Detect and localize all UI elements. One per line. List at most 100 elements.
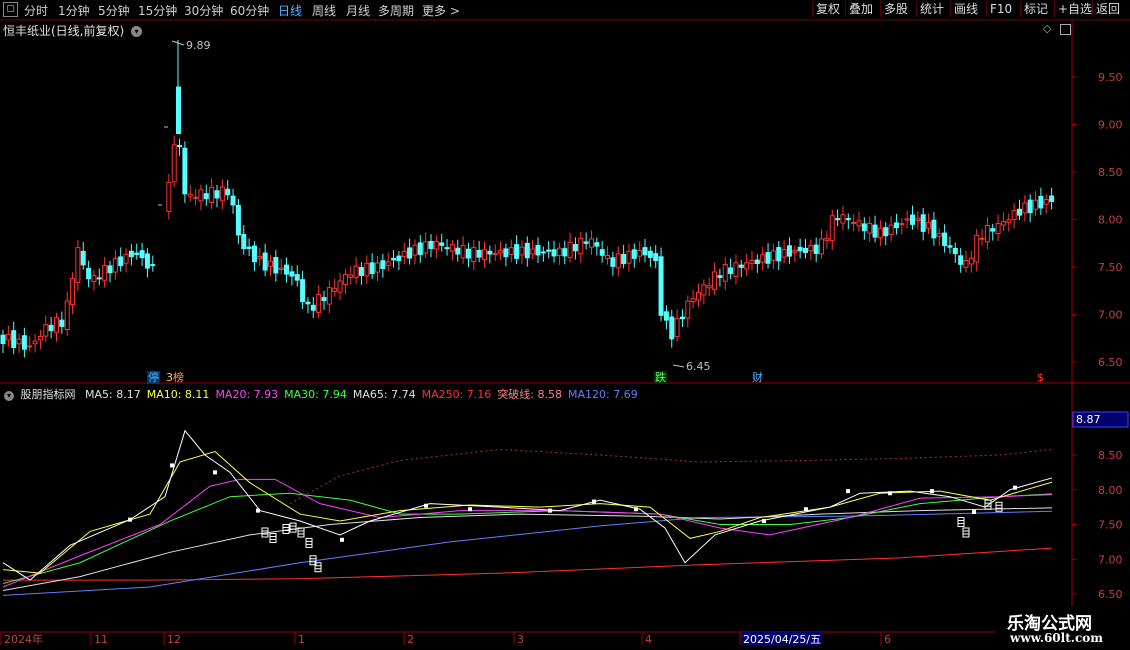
indicator-menu-icon[interactable]: ▾ [4,391,14,401]
indicator-axis-label: 7.00 [1098,553,1123,566]
dragon-tiger-list-badge[interactable]: 榜 [172,371,185,384]
candle-body [305,301,311,305]
indicator-axis-label: 8.00 [1098,484,1123,497]
candle-body [583,241,589,244]
indicator-marker [592,499,596,504]
candle-body [952,247,958,255]
indicator-name[interactable]: 股朋指标网 [21,388,76,401]
candle-body [375,262,380,273]
candle-body [1049,195,1055,202]
indicator-line [2,507,1053,592]
candle-body [910,214,915,225]
candle-body [551,249,557,257]
indicator-marker [170,463,174,468]
indicator-value-3: MA30: 7.94 [284,388,347,401]
candle-body [1043,199,1049,205]
candle-body [599,249,605,256]
candle-body [899,223,905,226]
candle-body [203,193,209,200]
candle-body [144,253,150,269]
candle-body [353,265,359,278]
indicator-axis-label: 7.50 [1098,519,1123,532]
candle-body [968,257,974,265]
indicator-marker [930,489,934,494]
date-axis-label: 4 [645,633,652,646]
candle-body [407,247,413,259]
indicator-marker [762,519,766,524]
candle-body [562,248,568,257]
candle-body [476,249,482,258]
candle-body [75,247,81,283]
candle-body [48,324,54,332]
candle-body [728,267,734,274]
indicator-marker [468,507,472,512]
candle-body [492,252,498,256]
indicator-value-6: 突破线: 8.58 [497,388,563,401]
date-axis-label: 11 [94,633,108,646]
indicator-header: ▾ 股朋指标网 MA5: 8.17 MA10: 8.11 MA20: 7.93 MA3… [4,386,650,402]
price-axis-label: 7.00 [1098,309,1123,322]
candle-body [733,262,739,278]
candle-body [1017,208,1022,216]
suspension-badge[interactable]: 停 [147,371,160,384]
candle-body [738,264,744,268]
candle-body [21,335,27,350]
kline-chart[interactable]: 9.50 9.00 8.50 8.00 7.50 7.00 6.50 8.50 8.00 7.50… [0,0,1130,650]
candle-body [423,241,429,254]
candle-body [706,285,712,289]
signal-glyph [995,501,1003,512]
candle-body [589,238,594,248]
candle-body [658,256,664,316]
candle-body [803,247,808,253]
dividend-badge[interactable]: $ [1036,371,1045,384]
candle-body [385,261,391,267]
candle-body [214,190,220,199]
candle-body [401,250,407,258]
candle-body [321,297,327,302]
candle-body [524,242,530,259]
candle-body [428,240,434,249]
indicator-marker [128,517,132,522]
indicator-marker [846,489,850,494]
candle-body [776,247,782,262]
candle-body [594,242,600,247]
indicator-marker [548,508,552,513]
candle-body [621,254,627,265]
candle-body [835,218,841,221]
financial-report-badge[interactable]: 财 [751,371,764,384]
limit-down-badge[interactable]: 跌 [654,371,667,384]
signal-glyph [289,522,297,533]
candle-body [391,257,397,261]
candle-body [102,265,108,281]
indicator-marker [213,470,217,475]
candle-body [626,250,632,264]
candle-body [32,340,38,345]
candle-body [209,186,215,203]
candle-body [251,245,257,263]
candle-body [246,246,252,249]
signal-glyph [269,533,277,544]
candle-body [43,324,49,337]
candle-body [1027,199,1033,214]
candle-body [808,245,814,252]
candle-body [128,250,134,258]
candle-body [1022,202,1028,214]
candle-body [567,241,573,258]
candle-body [717,275,723,278]
candle-body [107,265,113,274]
candle-body [503,248,509,258]
candle-body [637,250,643,257]
candle-body [465,248,471,259]
candle-body [867,223,873,234]
candle-body [278,267,284,270]
candle-body [540,251,546,254]
candle-body [685,300,691,319]
candle-body [883,227,889,237]
candle-body [118,256,124,267]
candle-body [792,249,798,254]
candle-body [225,188,231,196]
candle-body [995,222,1001,235]
date-axis-label: 2 [407,633,414,646]
candle-body [64,300,70,331]
candle-body [819,238,825,255]
